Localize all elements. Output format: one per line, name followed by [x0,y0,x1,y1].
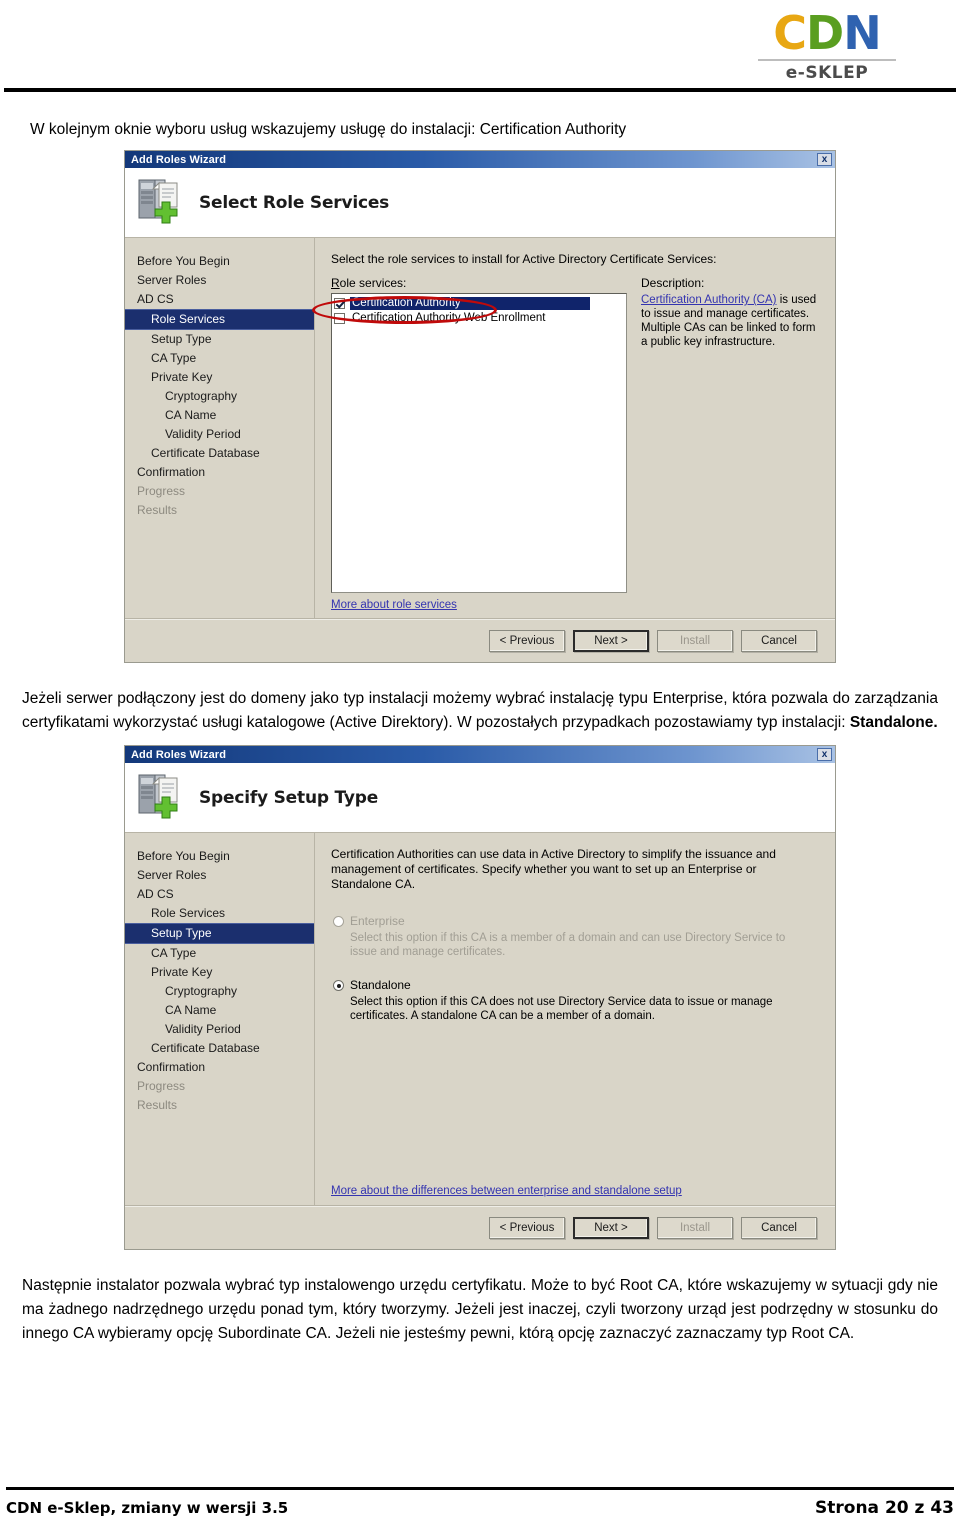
paragraph-2: Następnie instalator pozwala wybrać typ … [22,1277,938,1342]
logo-letter-n: N [843,6,881,60]
logo-wordmark: CDN [752,8,902,58]
logo-subtitle: e-SKLEP [785,63,869,83]
wizard1-lead-text: Select the role services to install for … [331,252,717,266]
nav-item-ca-name[interactable]: CA Name [125,1001,314,1020]
wizard2-title: Add Roles Wizard [131,748,227,761]
nav-item-private-key[interactable]: Private Key [125,368,314,387]
server-certificate-icon [137,772,183,824]
cdn-logo: CDN e-SKLEP [752,8,902,83]
nav-item-before-you-begin[interactable]: Before You Begin [125,847,314,866]
role-service-row[interactable]: Certification Authority [334,296,624,311]
nav-item-server-roles[interactable]: Server Roles [125,866,314,885]
nav-item-results[interactable]: Results [125,501,314,520]
wizard1-banner-title: Select Role Services [199,192,390,213]
radio-icon[interactable] [333,916,344,927]
nav-item-progress[interactable]: Progress [125,1077,314,1096]
checkbox-icon[interactable] [334,313,345,324]
description-label: Description: [641,276,705,290]
header-divider [4,88,956,92]
nav-item-certificate-database[interactable]: Certificate Database [125,1039,314,1058]
wizard2-body: Before You Begin Server Roles AD CS Role Se… [125,833,835,1205]
paragraph-1-bold: Standalone. [849,714,938,731]
wizard2-titlebar: Add Roles Wizard x [125,746,835,763]
page-header: CDN e-SKLEP [0,0,960,96]
nav-item-results[interactable]: Results [125,1096,314,1115]
description-body: Certification Authority (CA) is used to … [641,293,821,349]
button-cancel[interactable]: Cancel [741,1216,817,1239]
nav-item-before-you-begin[interactable]: Before You Begin [125,252,314,271]
more-about-role-services-link[interactable]: More about role services [331,599,457,611]
nav-item-confirmation[interactable]: Confirmation [125,463,314,482]
nav-item-setup-type[interactable]: Setup Type [125,330,314,349]
wizard1-main: Select the role services to install for … [312,238,835,618]
add-roles-wizard-select-role-services[interactable]: Add Roles Wizard x Select Role Services … [124,150,836,663]
nav-item-ad-cs[interactable]: AD CS [125,885,314,904]
setup-type-option-label: Enterprise [350,914,405,928]
wizard1-footer: < Previous Next > Install Cancel [125,618,835,662]
wizard2-banner-title: Specify Setup Type [199,787,379,808]
nav-item-ca-type[interactable]: CA Type [125,944,314,963]
nav-item-validity-period[interactable]: Validity Period [125,425,314,444]
nav-item-progress[interactable]: Progress [125,482,314,501]
button-previous[interactable]: < Previous [489,1216,565,1239]
button-previous[interactable]: < Previous [489,629,565,652]
nav-item-ad-cs[interactable]: AD CS [125,290,314,309]
wizard2-footer: < Previous Next > Install Cancel [125,1205,835,1249]
wizard2-main: Certification Authorities can use data i… [315,833,835,1205]
nav-item-ca-type[interactable]: CA Type [125,349,314,368]
nav-item-cryptography[interactable]: Cryptography [125,982,314,1001]
button-next[interactable]: Next > [573,1216,649,1239]
wizard1-title: Add Roles Wizard [131,153,227,166]
footer-document-title: CDN e-Sklep, zmiany w wersji 3.5 [6,1499,289,1517]
role-services-listbox[interactable]: Certification Authority Certification Aut… [331,293,627,593]
button-cancel[interactable]: Cancel [741,629,817,652]
nav-item-ca-name[interactable]: CA Name [125,406,314,425]
page-footer: CDN e-Sklep, zmiany w wersji 3.5 Strona … [0,1487,960,1518]
nav-item-certificate-database[interactable]: Certificate Database [125,444,314,463]
more-about-setup-differences-link[interactable]: More about the differences between enter… [331,1185,821,1197]
radio-icon[interactable] [333,980,344,991]
server-certificate-icon [137,177,183,229]
logo-letter-d: D [806,6,844,60]
setup-type-radio-group[interactable]: Enterprise Select this option if this CA … [331,915,821,1023]
logo-letter-c: C [773,6,807,60]
button-install: Install [657,1216,733,1239]
setup-type-option-description: Select this option if this CA does not u… [350,996,773,1022]
nav-item-cryptography[interactable]: Cryptography [125,387,314,406]
nav-item-server-roles[interactable]: Server Roles [125,271,314,290]
role-services-label: Role services: [331,276,407,290]
wizard2-lead-text: Certification Authorities can use data i… [331,847,776,891]
wizard1-titlebar: Add Roles Wizard x [125,151,835,168]
button-install: Install [657,629,733,652]
wizard1-banner: Select Role Services [125,168,835,238]
close-icon[interactable]: x [817,748,832,761]
role-service-row[interactable]: Certification Authority Web Enrollment [334,311,624,326]
setup-type-option-standalone[interactable]: Standalone Select this option if this CA … [331,979,821,1023]
wizard2-nav[interactable]: Before You Begin Server Roles AD CS Role Se… [125,833,315,1205]
role-service-label: Certification Authority [350,297,590,310]
button-next[interactable]: Next > [573,629,649,652]
setup-type-option-enterprise[interactable]: Enterprise Select this option if this CA … [331,915,821,959]
description-link[interactable]: Certification Authority (CA) [641,294,777,306]
add-roles-wizard-specify-setup-type[interactable]: Add Roles Wizard x Specify Setup Type Be… [124,745,836,1250]
nav-item-confirmation[interactable]: Confirmation [125,1058,314,1077]
paragraph-1-text: Jeżeli serwer podłączony jest do domeny … [22,690,938,731]
nav-item-setup-type[interactable]: Setup Type [125,923,314,944]
checkbox-icon[interactable] [334,298,345,309]
setup-type-option-label: Standalone [350,978,411,992]
setup-type-option-description: Select this option if this CA is a membe… [350,932,786,958]
role-service-label: Certification Authority Web Enrollment [352,312,546,324]
nav-item-role-services[interactable]: Role Services [125,904,314,923]
intro-text: W kolejnym oknie wyboru usług wskazujemy… [30,121,627,138]
wizard1-body: Before You Begin Server Roles AD CS Role Se… [125,238,835,618]
nav-item-validity-period[interactable]: Validity Period [125,1020,314,1039]
wizard1-nav[interactable]: Before You Begin Server Roles AD CS Role Se… [125,238,315,618]
nav-item-role-services[interactable]: Role Services [125,309,314,330]
wizard2-banner: Specify Setup Type [125,763,835,833]
paragraph-1: Jeżeli serwer podłączony jest do domeny … [22,687,938,735]
footer-divider [6,1487,954,1490]
close-icon[interactable]: x [817,153,832,166]
footer-page-number: Strona 20 z 43 [815,1498,954,1518]
nav-item-private-key[interactable]: Private Key [125,963,314,982]
